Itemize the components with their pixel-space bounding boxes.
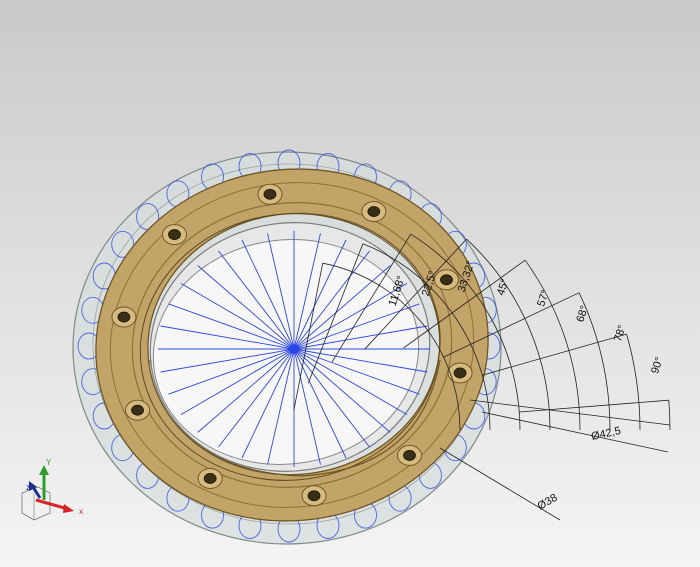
bolt-hole[interactable] bbox=[162, 224, 188, 246]
angle-dimension-label[interactable]: 78° bbox=[612, 324, 629, 344]
bolt-hole[interactable] bbox=[111, 306, 137, 328]
axis-x-arrow-icon bbox=[35, 498, 69, 511]
angle-dimension-label[interactable]: 57° bbox=[535, 288, 552, 308]
angle-dimension-label[interactable]: 90° bbox=[649, 356, 666, 376]
bolt-hole[interactable] bbox=[301, 485, 327, 507]
dimension-extension-line bbox=[482, 333, 627, 376]
bolt-hole[interactable] bbox=[447, 362, 473, 384]
bolt-hole[interactable] bbox=[197, 467, 223, 489]
dimension-extension-line bbox=[519, 399, 669, 413]
diameter-42-5-label[interactable]: Ø42,5 bbox=[590, 425, 622, 443]
cad-viewport[interactable]: 90°78°68°57°45°33,32°22,5°11,68° Ø42,5 Ø… bbox=[0, 0, 700, 567]
axis-z-label: z bbox=[26, 483, 30, 492]
view-triad[interactable]: x Y z bbox=[21, 458, 83, 521]
dimension-arc bbox=[626, 333, 641, 431]
bolt-hole[interactable] bbox=[125, 399, 151, 421]
dimension-arc bbox=[524, 259, 581, 431]
dimension-baseline bbox=[469, 399, 671, 426]
bolt-hole[interactable] bbox=[257, 183, 283, 205]
axis-x-label: x bbox=[79, 507, 83, 516]
bolt-hole[interactable] bbox=[433, 269, 459, 291]
dimension-arc bbox=[668, 400, 671, 431]
center-point bbox=[289, 344, 299, 354]
bolt-hole[interactable] bbox=[361, 201, 387, 223]
angle-dimension-label[interactable]: 68° bbox=[574, 304, 591, 324]
diameter-38-label[interactable]: Ø38 bbox=[536, 492, 560, 513]
angle-dimension[interactable]: 78° bbox=[482, 324, 641, 431]
bolt-hole[interactable] bbox=[396, 444, 422, 466]
axis-y-label: Y bbox=[46, 458, 52, 467]
